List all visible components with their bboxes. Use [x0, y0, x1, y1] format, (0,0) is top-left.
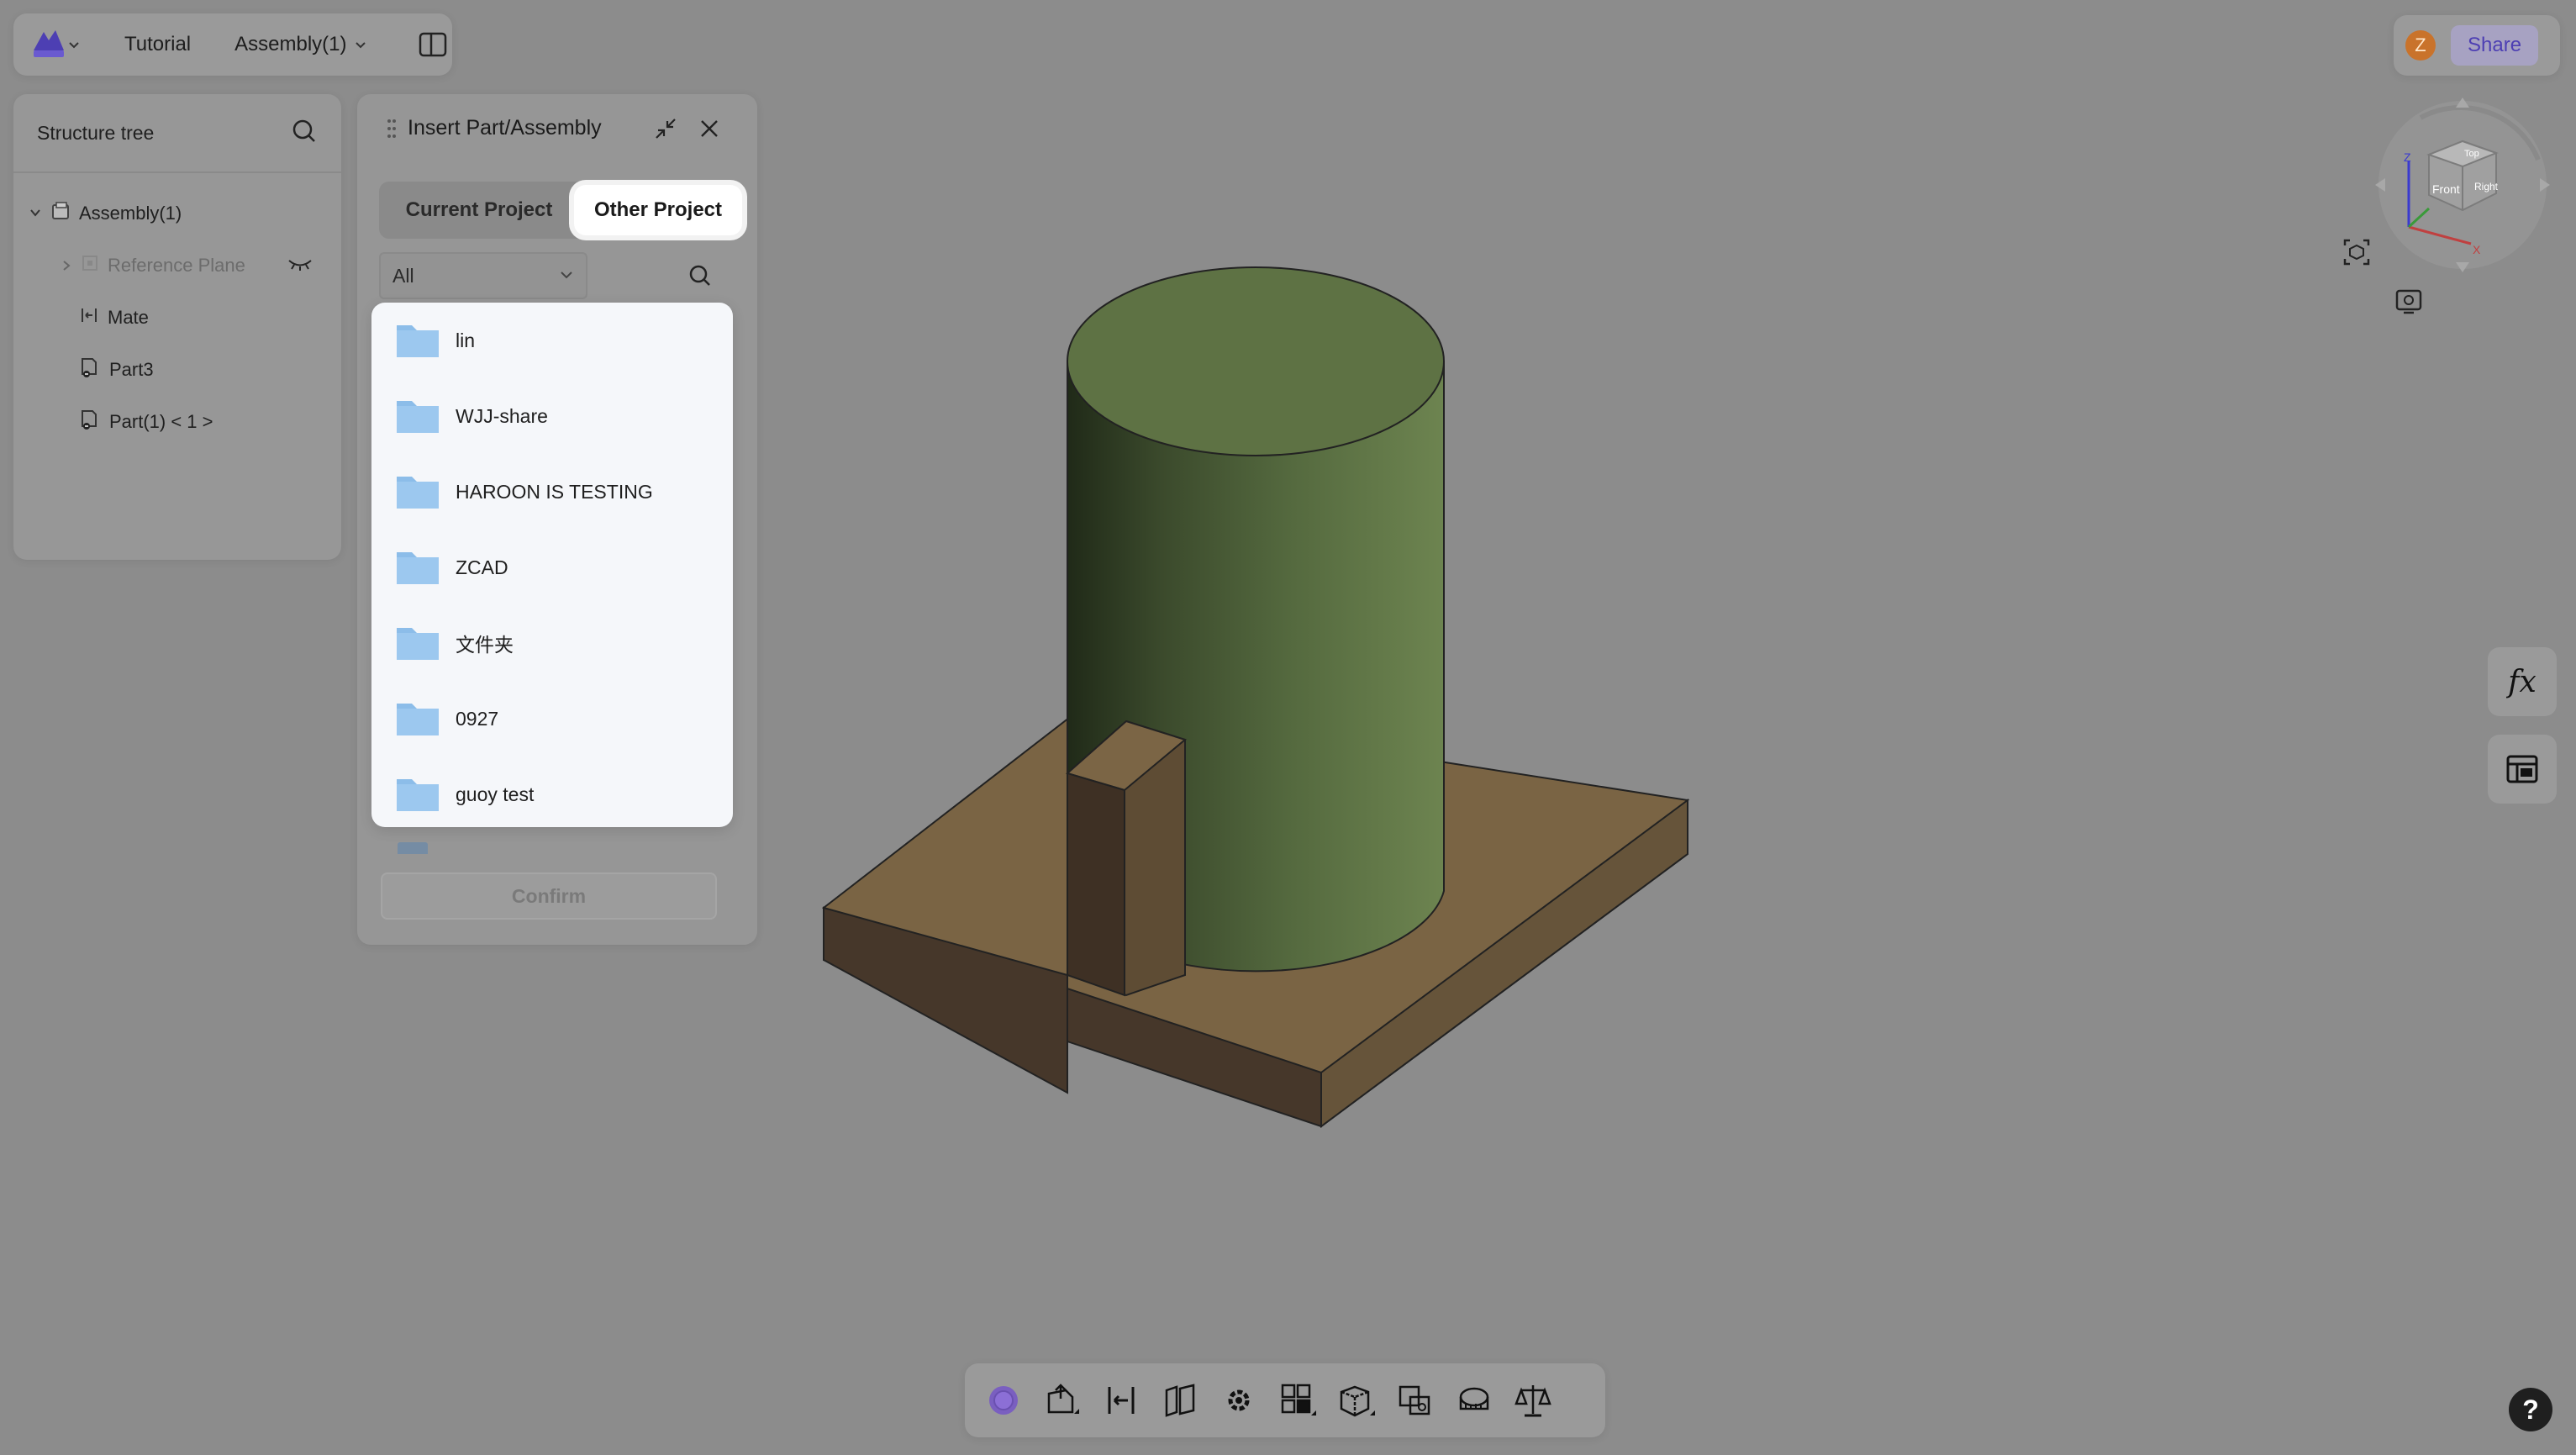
tree-item-part1[interactable]: Part(1) < 1 >: [79, 405, 213, 439]
help-button[interactable]: ?: [2509, 1388, 2552, 1431]
tree-item-label: Mate: [108, 307, 149, 328]
tree-item-label: Part(1) < 1 >: [109, 411, 213, 432]
axis-x-label: X: [2473, 243, 2481, 256]
chevron-down-icon[interactable]: [29, 203, 42, 224]
part-icon: [79, 409, 101, 435]
fit-view-icon[interactable]: [2342, 237, 2372, 267]
cube-face-right[interactable]: Right: [2474, 181, 2499, 192]
folder-item[interactable]: lin: [371, 303, 733, 378]
chevron-down-icon: [559, 265, 574, 287]
dialog-title: Insert Part/Assembly: [408, 116, 602, 140]
cube-face-front[interactable]: Front: [2432, 182, 2460, 196]
drag-handle-icon[interactable]: [386, 118, 398, 140]
app-logo-icon[interactable]: [30, 25, 67, 64]
user-share-bar: Z Share: [2394, 15, 2560, 76]
transform-icon[interactable]: [1393, 1379, 1437, 1422]
view-cube[interactable]: Top Front Right Z X: [2370, 92, 2555, 277]
tree-item-reference-plane[interactable]: Reference Plane: [61, 249, 313, 282]
tree-item-label: Part3: [109, 359, 154, 380]
chevron-right-icon[interactable]: [61, 255, 72, 277]
plane-icon: [81, 254, 99, 277]
tree-item-label: Reference Plane: [108, 255, 245, 276]
tree-item-part3[interactable]: Part3: [79, 353, 154, 387]
folder-icon: [395, 700, 440, 737]
folder-icon: [395, 473, 440, 510]
filter-value: All: [392, 264, 414, 287]
collapse-icon[interactable]: [651, 114, 680, 143]
panel-layout-icon[interactable]: [418, 29, 448, 60]
folder-item[interactable]: 0927: [371, 681, 733, 756]
folder-item[interactable]: guoy test: [371, 756, 733, 827]
structure-tree-panel: Structure tree Assembly(1) Reference Pla…: [13, 94, 341, 560]
search-icon[interactable]: [291, 118, 318, 149]
folder-icon: [395, 398, 440, 435]
table-icon[interactable]: [2488, 735, 2557, 804]
tab-current-project[interactable]: Current Project: [389, 190, 569, 230]
tab-other-project[interactable]: Other Project: [574, 185, 742, 235]
chevron-down-icon[interactable]: [354, 36, 367, 53]
confirm-button[interactable]: Confirm: [381, 872, 717, 920]
folder-icon: [395, 549, 440, 586]
folder-name: HAROON IS TESTING: [456, 480, 653, 503]
close-icon[interactable]: [695, 114, 724, 143]
folder-icon: [395, 625, 440, 662]
mate-icon: [79, 306, 99, 329]
tree-item-assembly[interactable]: Assembly(1): [29, 197, 182, 230]
folder-name: guoy test: [456, 783, 535, 805]
assembly-icon: [50, 201, 71, 226]
part-icon: [79, 356, 101, 383]
project-name[interactable]: Tutorial: [124, 33, 191, 56]
sketch-circle-icon[interactable]: [982, 1379, 1025, 1422]
document-name[interactable]: Assembly(1): [234, 33, 346, 56]
tree-item-label: Assembly(1): [79, 203, 182, 224]
folder-icon: [395, 322, 440, 359]
bottom-toolbar: [965, 1363, 1605, 1437]
project-tabs: Current Project Other Project: [379, 182, 742, 239]
top-bar: Tutorial Assembly(1): [13, 13, 452, 76]
folder-name: 0927: [456, 707, 499, 730]
formula-fx-button[interactable]: fx: [2488, 647, 2557, 716]
axis-z-label: Z: [2404, 150, 2411, 164]
folder-icon: [398, 842, 428, 854]
model-viewport[interactable]: [807, 252, 1715, 1135]
extrude-icon[interactable]: [1040, 1379, 1084, 1422]
structure-tree-title: Structure tree: [37, 121, 155, 144]
chevron-down-icon[interactable]: [67, 36, 81, 53]
folder-item[interactable]: ZCAD: [371, 530, 733, 605]
folder-name: 文件夹: [456, 634, 514, 656]
box-view-icon[interactable]: [1335, 1379, 1378, 1422]
filter-select[interactable]: All: [379, 252, 587, 299]
balance-icon[interactable]: [1511, 1379, 1555, 1422]
folder-icon: [395, 776, 440, 813]
tree-item-mate[interactable]: Mate: [79, 301, 149, 335]
pattern-icon[interactable]: [1276, 1379, 1320, 1422]
folder-name: ZCAD: [456, 556, 508, 578]
eye-hidden-icon[interactable]: [287, 255, 313, 277]
folder-item[interactable]: 文件夹: [371, 605, 733, 681]
search-icon[interactable]: [687, 262, 714, 289]
folder-item[interactable]: WJJ-share: [371, 378, 733, 454]
insert-part-dialog: Insert Part/Assembly Current Project Oth…: [357, 94, 757, 945]
camera-view-icon[interactable]: [2394, 286, 2424, 316]
folder-item[interactable]: HAROON IS TESTING: [371, 454, 733, 530]
avatar[interactable]: Z: [2405, 30, 2436, 61]
measure-icon[interactable]: [1452, 1379, 1496, 1422]
cube-face-top[interactable]: Top: [2464, 149, 2479, 159]
folder-name: WJJ-share: [456, 404, 548, 427]
plane-icon[interactable]: [1158, 1379, 1202, 1422]
mate-icon[interactable]: [1099, 1379, 1143, 1422]
structure-tree-header: Structure tree: [13, 94, 341, 173]
share-button[interactable]: Share: [2451, 25, 2539, 66]
settings-gear-icon[interactable]: [1217, 1379, 1261, 1422]
folder-name: lin: [456, 329, 476, 351]
folder-list: lin WJJ-share HAROON IS TESTING ZCAD 文件夹 0927…: [371, 303, 733, 827]
